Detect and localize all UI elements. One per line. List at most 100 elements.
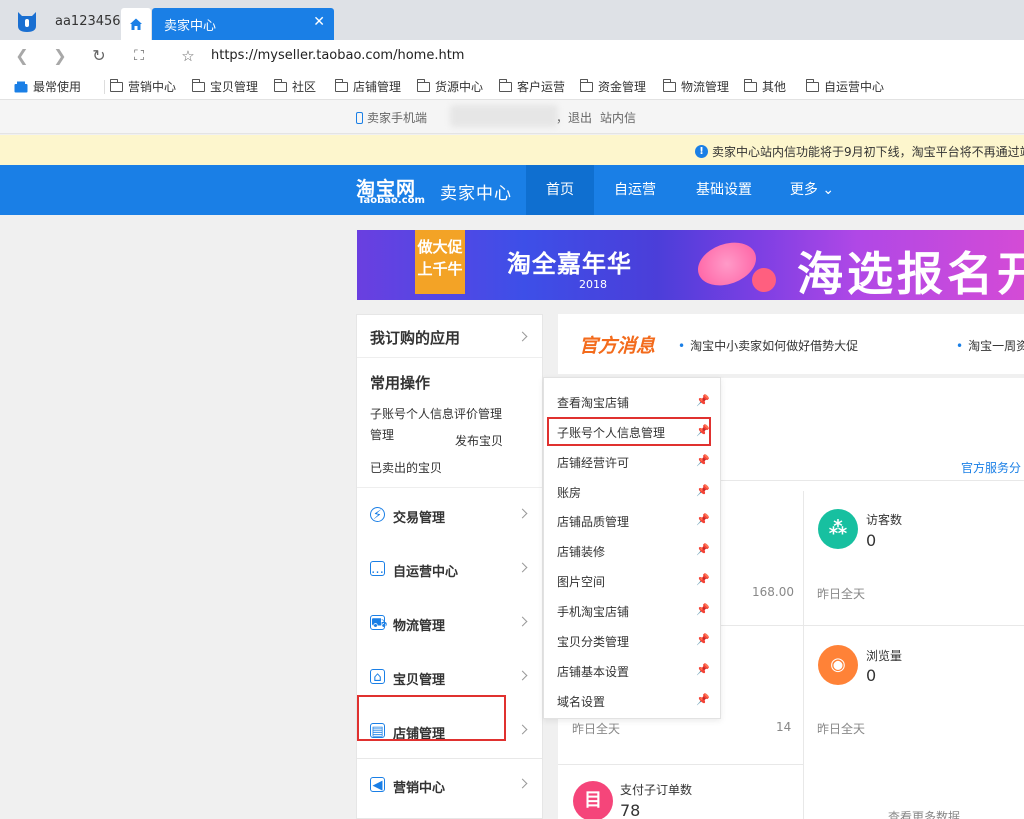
pin-icon[interactable]: 📌 bbox=[696, 693, 710, 706]
logout-link[interactable]: ，退出 bbox=[556, 109, 592, 126]
flyout-item[interactable]: 店铺基本设置 bbox=[557, 663, 629, 680]
mobile-link[interactable]: 卖家手机端 bbox=[356, 109, 427, 126]
bookmark-folder[interactable]: 宝贝管理 bbox=[191, 78, 258, 95]
chevron-right-icon bbox=[517, 778, 528, 789]
promo-banner[interactable]: 做大促 上千牛 淘全嘉年华 2018 海选报名开 bbox=[357, 230, 1024, 300]
visitors-label: 访客数 bbox=[866, 513, 903, 527]
bookmark-folder[interactable]: 货源中心 bbox=[416, 78, 483, 95]
sidebar-item-logistics[interactable]: ⛟ 物流管理 bbox=[357, 596, 542, 650]
op-sold-link[interactable]: 已卖出的宝贝 bbox=[370, 459, 442, 476]
pin-icon[interactable]: 📌 bbox=[696, 543, 710, 556]
bookmark-folder[interactable]: 物流管理 bbox=[662, 78, 729, 95]
flyout-item[interactable]: 店铺品质管理 bbox=[557, 513, 629, 530]
back-icon[interactable]: ❮ bbox=[12, 46, 32, 66]
orders-value: 78 bbox=[620, 801, 641, 819]
subscribed-apps[interactable]: 我订购的应用 bbox=[357, 315, 542, 358]
folder-icon bbox=[109, 78, 123, 92]
stat-value-small: 14 bbox=[776, 720, 792, 734]
bookmark-folder[interactable]: 自运营中心 bbox=[805, 78, 884, 95]
folder-icon bbox=[805, 78, 819, 92]
bag-icon: ⌂ bbox=[370, 669, 385, 685]
sidebar-item-self-operate[interactable]: … 自运营中心 bbox=[357, 542, 542, 596]
chevron-right-icon bbox=[517, 616, 528, 627]
bookmark-folder[interactable]: 客户运营 bbox=[498, 78, 565, 95]
service-score-link[interactable]: 官方服务分 bbox=[961, 459, 1021, 476]
banner-decoration bbox=[752, 268, 776, 292]
message-link[interactable]: 淘宝中小卖家如何做好借势大促 bbox=[678, 337, 858, 354]
flyout-item[interactable]: 域名设置 bbox=[557, 693, 605, 710]
forward-icon[interactable]: ❯ bbox=[50, 46, 70, 66]
official-messages-title: 官方消息 bbox=[579, 335, 656, 357]
flyout-item[interactable]: 店铺经营许可 bbox=[557, 454, 629, 471]
folder-icon bbox=[334, 78, 348, 92]
bookmark-folder[interactable]: 店铺管理 bbox=[334, 78, 401, 95]
pin-icon[interactable]: 📌 bbox=[696, 633, 710, 646]
url-field[interactable]: https://myseller.taobao.com/home.htm bbox=[211, 48, 464, 63]
chevron-right-icon bbox=[517, 508, 528, 519]
official-messages: 官方消息 淘宝中小卖家如何做好借势大促 淘宝一周资 bbox=[558, 314, 1024, 374]
bookmark-folder[interactable]: 社区 bbox=[273, 78, 316, 95]
folder-icon bbox=[743, 78, 757, 92]
banner-headline: 海选报名开 bbox=[797, 247, 1024, 300]
truck-icon: ⛟ bbox=[370, 615, 388, 631]
pin-icon[interactable]: 📌 bbox=[696, 454, 710, 467]
blurred-account-name bbox=[450, 105, 558, 127]
sidebar-item-marketing[interactable]: ◀ 营销中心 bbox=[357, 758, 542, 812]
pin-icon[interactable]: 📌 bbox=[696, 573, 710, 586]
flyout-item[interactable]: 账房 bbox=[557, 484, 581, 501]
phone-icon bbox=[356, 111, 363, 124]
op-subaccount-link[interactable]: 子账号个人信息评价管理 bbox=[370, 405, 502, 422]
flyout-item[interactable]: 宝贝分类管理 bbox=[557, 633, 629, 650]
banner-year: 2018 bbox=[579, 278, 607, 291]
op-manage-link[interactable]: 管理 bbox=[370, 426, 394, 443]
page-title: 卖家中心 bbox=[440, 184, 512, 204]
tab-seller-center[interactable]: 卖家中心 ✕ bbox=[152, 8, 334, 40]
sidebar-item-trade[interactable]: ⚡ 交易管理 bbox=[357, 488, 542, 542]
bookmark-folder[interactable]: 其他 bbox=[743, 78, 786, 95]
inbox-link[interactable]: 站内信 bbox=[600, 109, 636, 126]
flyout-item[interactable]: 店铺装修 bbox=[557, 543, 605, 560]
flyout-item[interactable]: 图片空间 bbox=[557, 573, 605, 590]
pageviews-period: 昨日全天 bbox=[817, 722, 866, 736]
home-icon bbox=[130, 18, 142, 30]
pin-icon[interactable]: 📌 bbox=[696, 663, 710, 676]
pin-icon[interactable]: 📌 bbox=[696, 603, 710, 616]
nav-more[interactable]: 更多 ⌄ bbox=[778, 165, 846, 215]
pageviews-value: 0 bbox=[866, 666, 877, 685]
bookmark-folder[interactable]: 营销中心 bbox=[109, 78, 176, 95]
home-tab[interactable] bbox=[121, 8, 151, 40]
main-header: 淘宝网 Taobao.com 卖家中心 首页 自运营 基础设置 更多 ⌄ bbox=[0, 165, 1024, 215]
visitors-value: 0 bbox=[866, 531, 877, 550]
tab-title: 卖家中心 bbox=[164, 19, 217, 34]
security-icon[interactable]: ⛶ bbox=[129, 46, 149, 66]
common-operations: 常用操作 子账号个人信息评价管理 管理 发布宝贝 已卖出的宝贝 bbox=[357, 358, 542, 488]
stat-value-small: 168.00 bbox=[752, 585, 794, 599]
stats-divider bbox=[803, 491, 804, 819]
flyout-item[interactable]: 查看淘宝店铺 bbox=[557, 394, 629, 411]
bookmark-folder[interactable]: 资金管理 bbox=[579, 78, 646, 95]
close-icon[interactable]: ✕ bbox=[313, 14, 325, 30]
pageviews-label: 浏览量 bbox=[866, 649, 903, 663]
more-data-link[interactable]: 查看更多数据 bbox=[888, 808, 960, 819]
flyout-item[interactable]: 手机淘宝店铺 bbox=[557, 603, 629, 620]
folder-icon bbox=[498, 78, 512, 92]
nav-self-operate[interactable]: 自运营 bbox=[601, 165, 669, 215]
nav-home[interactable]: 首页 bbox=[526, 165, 594, 215]
seller-center-page: 卖家手机端 ，退出 站内信 ! 卖家中心站内信功能将于9月初下线，淘宝平台将不再… bbox=[0, 100, 1024, 819]
browser-logo-icon[interactable] bbox=[14, 8, 40, 34]
message-link[interactable]: 淘宝一周资 bbox=[956, 337, 1024, 354]
pin-icon[interactable]: 📌 bbox=[696, 513, 710, 526]
op-publish-link[interactable]: 发布宝贝 bbox=[455, 432, 503, 449]
banner-tag: 做大促 上千牛 bbox=[415, 230, 465, 294]
pin-icon[interactable]: 📌 bbox=[696, 484, 710, 497]
refresh-icon[interactable]: ↻ bbox=[89, 46, 109, 66]
notice-bar: ! 卖家中心站内信功能将于9月初下线，淘宝平台将不再通过站 bbox=[0, 135, 1024, 165]
bookmark-most-used[interactable]: 最常使用 bbox=[14, 78, 81, 95]
user-name[interactable]: aa123456 bbox=[55, 14, 121, 29]
highlight-store-management bbox=[357, 695, 506, 741]
banner-decoration bbox=[691, 234, 763, 294]
nav-basic-settings[interactable]: 基础设置 bbox=[685, 165, 763, 215]
orders-icon: 目 bbox=[573, 781, 613, 819]
pin-icon[interactable]: 📌 bbox=[696, 394, 710, 407]
bookmark-star-icon[interactable]: ☆ bbox=[178, 46, 198, 66]
